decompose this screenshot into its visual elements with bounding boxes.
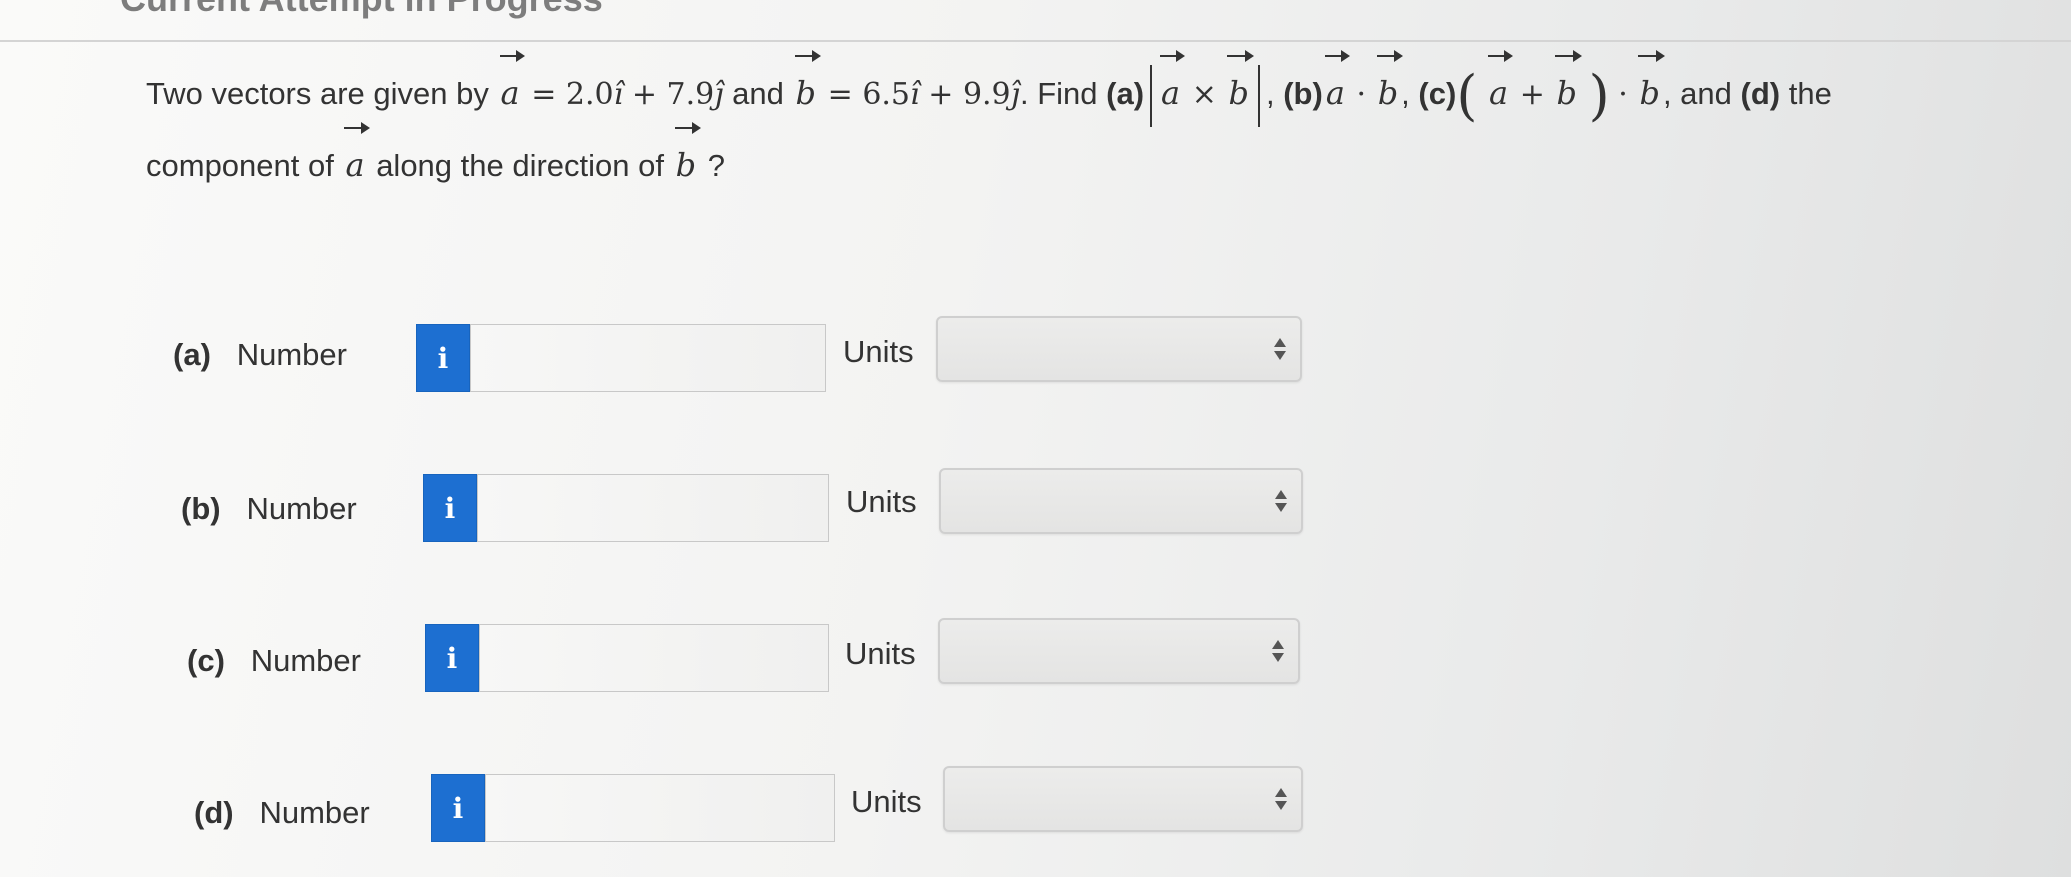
question-text: Two vectors are given by a = 2.0î + 7.9ĵ… [146, 50, 1976, 201]
up-down-arrows-icon [1275, 490, 1287, 512]
abs-bar-left [1150, 64, 1153, 127]
header-bar: Current Attempt in Progress [0, 0, 2071, 42]
up-down-arrows-icon [1272, 640, 1284, 662]
part-label-b: (b) Number [181, 491, 357, 526]
answer-row-b: (b) Number i Units [0, 468, 2071, 544]
vector-a: a [498, 50, 525, 128]
number-input-a[interactable] [470, 324, 826, 392]
units-select-b[interactable] [939, 468, 1303, 534]
part-label-c: (c) Number [187, 643, 361, 678]
answer-row-a: (a) Number i Units [0, 316, 2071, 394]
units-label-d: Units [851, 784, 922, 819]
part-label-a: (a) Number [173, 337, 347, 372]
up-down-arrows-icon [1274, 338, 1286, 360]
question-line-1: Two vectors are given by a = 2.0î + 7.9ĵ… [146, 50, 1976, 130]
units-label-b: Units [846, 484, 917, 519]
number-input-c[interactable] [479, 624, 829, 692]
question-line-2: component of a along the direction of b … [146, 122, 1976, 201]
vector-b: b [793, 50, 822, 128]
units-label-a: Units [843, 334, 914, 369]
attempt-status: Current Attempt in Progress [120, 0, 603, 20]
units-select-c[interactable] [938, 618, 1300, 684]
info-icon[interactable]: i [416, 324, 470, 392]
up-down-arrows-icon [1275, 788, 1287, 810]
part-label-d: (d) Number [194, 795, 370, 830]
abs-bar-right [1257, 64, 1260, 127]
units-select-a[interactable] [936, 316, 1302, 382]
units-select-d[interactable] [943, 766, 1303, 832]
answer-row-c: (c) Number i Units [0, 618, 2071, 694]
number-input-b[interactable] [477, 474, 829, 542]
answer-row-d: (d) Number i Units [0, 766, 2071, 844]
info-icon[interactable]: i [431, 774, 485, 842]
info-icon[interactable]: i [425, 624, 479, 692]
number-input-d[interactable] [485, 774, 835, 842]
info-icon[interactable]: i [423, 474, 477, 542]
units-label-c: Units [845, 636, 916, 671]
